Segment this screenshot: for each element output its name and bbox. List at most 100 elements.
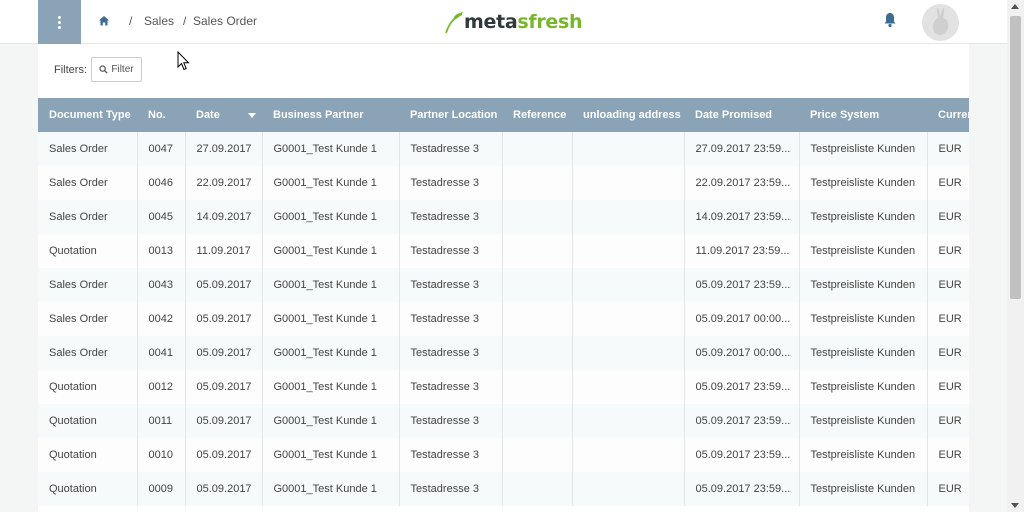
table-cell[interactable]	[572, 404, 685, 438]
table-cell[interactable]: 05.09.2017 23:59...	[684, 472, 800, 506]
table-cell[interactable]: 05.09.2017	[185, 336, 263, 370]
table-cell[interactable]: 14.09.2017 23:59...	[684, 200, 800, 234]
table-row[interactable]: Quotation 0009 05.09.2017 G0001_Test Kunde …	[38, 472, 969, 506]
column-header-date[interactable]: Date	[185, 98, 262, 132]
table-cell[interactable]: EUR	[927, 336, 969, 370]
table-cell[interactable]: 0009	[137, 472, 186, 506]
table-row[interactable]: Sales Order 0046 22.09.2017 G0001_Test Kund…	[38, 166, 969, 200]
table-cell[interactable]	[572, 132, 685, 166]
table-cell[interactable]: 0043	[137, 268, 186, 302]
table-cell[interactable]: Quotation	[38, 438, 138, 472]
table-cell[interactable]: 0013	[137, 234, 186, 268]
table-cell[interactable]: Testpreisliste Kunden	[799, 472, 928, 506]
table-cell[interactable]: 05.09.2017	[185, 370, 263, 404]
table-cell[interactable]	[502, 370, 573, 404]
table-cell[interactable]: Testpreisliste Kunden	[799, 302, 928, 336]
table-row[interactable]: Quotation 0010 05.09.2017 G0001_Test Kunde …	[38, 438, 969, 472]
table-cell[interactable]: 11.09.2017 23:59...	[684, 234, 800, 268]
table-cell[interactable]: 22.09.2017 23:59...	[684, 166, 800, 200]
breadcrumb-sales-order[interactable]: Sales Order	[193, 14, 257, 28]
table-cell[interactable]: Quotation	[38, 404, 138, 438]
table-cell[interactable]: EUR	[927, 302, 969, 336]
table-cell[interactable]: Testadresse 3	[399, 166, 503, 200]
table-cell[interactable]: Testadresse 3	[399, 234, 503, 268]
table-cell[interactable]: 0041	[137, 336, 186, 370]
table-cell[interactable]	[572, 472, 685, 506]
table-cell[interactable]: G0001_Test Kunde 1	[262, 200, 400, 234]
table-cell[interactable]: Testadresse 3	[399, 336, 503, 370]
column-header[interactable]: unloading address	[572, 98, 684, 132]
table-cell[interactable]: EUR	[927, 438, 969, 472]
table-cell[interactable]: Testadresse 3	[399, 132, 503, 166]
table-cell[interactable]	[502, 234, 573, 268]
table-cell[interactable]: Quotation	[38, 472, 138, 506]
table-row[interactable]: Sales Order 0043 05.09.2017 G0001_Test Kund…	[38, 268, 969, 302]
table-cell[interactable]	[502, 200, 573, 234]
table-cell[interactable]	[572, 370, 685, 404]
column-header[interactable]: No.	[137, 98, 185, 132]
table-cell[interactable]: 05.09.2017 23:59...	[684, 268, 800, 302]
table-cell[interactable]: G0001_Test Kunde 1	[262, 438, 400, 472]
table-cell[interactable]: 27.09.2017	[185, 132, 263, 166]
table-cell[interactable]: 0010	[137, 438, 186, 472]
table-cell[interactable]: 0011	[137, 404, 186, 438]
table-cell[interactable]: EUR	[927, 268, 969, 302]
table-cell[interactable]: Sales Order	[38, 132, 138, 166]
table-cell[interactable]: Testpreisliste Kunden	[799, 200, 928, 234]
table-cell[interactable]: Testpreisliste Kunden	[799, 336, 928, 370]
column-header[interactable]: Reference	[502, 98, 572, 132]
table-cell[interactable]: 27.09.2017 23:59...	[684, 132, 800, 166]
table-row[interactable]: Quotation 0013 11.09.2017 G0001_Test Kunde …	[38, 234, 969, 268]
table-cell[interactable]	[572, 166, 685, 200]
table-cell[interactable]: Testpreisliste Kunden	[799, 268, 928, 302]
table-cell[interactable]	[502, 132, 573, 166]
menu-button[interactable]	[38, 0, 81, 44]
table-cell[interactable]: G0001_Test Kunde 1	[262, 166, 400, 200]
column-header[interactable]: Date Promised	[684, 98, 799, 132]
column-header[interactable]: Document Type	[38, 98, 137, 132]
table-cell[interactable]: 14.09.2017	[185, 200, 263, 234]
column-header[interactable]: Price System	[799, 98, 927, 132]
table-row[interactable]: Sales Order 0041 05.09.2017 G0001_Test Kund…	[38, 336, 969, 370]
table-row[interactable]: Quotation 0011 05.09.2017 G0001_Test Kunde …	[38, 404, 969, 438]
table-cell[interactable]: Quotation	[38, 370, 138, 404]
table-cell[interactable]	[502, 438, 573, 472]
table-cell[interactable]: 05.09.2017 00:00...	[684, 336, 800, 370]
table-cell[interactable]	[572, 438, 685, 472]
table-cell[interactable]: EUR	[927, 132, 969, 166]
table-cell[interactable]: EUR	[927, 166, 969, 200]
table-cell[interactable]: 05.09.2017	[185, 302, 263, 336]
table-cell[interactable]: G0001_Test Kunde 1	[262, 404, 400, 438]
table-cell[interactable]	[502, 336, 573, 370]
column-header[interactable]: Business Partner	[262, 98, 399, 132]
table-cell[interactable]: Sales Order	[38, 336, 138, 370]
table-cell[interactable]: Testadresse 3	[399, 438, 503, 472]
column-header[interactable]: Partner Location	[399, 98, 502, 132]
table-row[interactable]: Sales Order 0042 05.09.2017 G0001_Test Kund…	[38, 302, 969, 336]
table-cell[interactable]: 05.09.2017	[185, 268, 263, 302]
home-icon[interactable]	[98, 15, 110, 27]
bell-icon[interactable]	[883, 12, 897, 28]
table-cell[interactable]: Testadresse 3	[399, 404, 503, 438]
table-cell[interactable]: 11.09.2017	[185, 234, 263, 268]
avatar[interactable]	[922, 4, 959, 41]
table-cell[interactable]: EUR	[927, 472, 969, 506]
table-cell[interactable]	[572, 234, 685, 268]
table-cell[interactable]	[572, 268, 685, 302]
table-cell[interactable]: 05.09.2017 00:00...	[684, 302, 800, 336]
table-cell[interactable]: 0047	[137, 132, 186, 166]
table-cell[interactable]	[502, 472, 573, 506]
table-cell[interactable]	[572, 200, 685, 234]
table-cell[interactable]: Sales Order	[38, 200, 138, 234]
table-cell[interactable]: Testadresse 3	[399, 302, 503, 336]
table-cell[interactable]: Testadresse 3	[399, 370, 503, 404]
table-cell[interactable]: G0001_Test Kunde 1	[262, 234, 400, 268]
table-cell[interactable]	[572, 336, 685, 370]
table-cell[interactable]	[502, 404, 573, 438]
table-cell[interactable]: G0001_Test Kunde 1	[262, 472, 400, 506]
table-cell[interactable]: Testadresse 3	[399, 268, 503, 302]
table-cell[interactable]: Sales Order	[38, 268, 138, 302]
table-cell[interactable]: G0001_Test Kunde 1	[262, 370, 400, 404]
table-cell[interactable]: G0001_Test Kunde 1	[262, 132, 400, 166]
table-cell[interactable]: Quotation	[38, 234, 138, 268]
